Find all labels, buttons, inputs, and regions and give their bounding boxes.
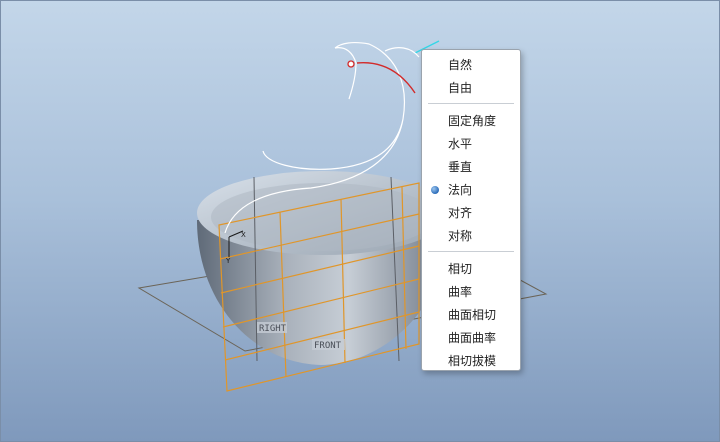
graphics-viewport[interactable]: X Y RIGHT FRONT 自然 自由 固定角度 水平 垂直 法向 对齐 对… — [0, 0, 720, 442]
bowl-inner — [211, 183, 435, 251]
constraint-context-menu: 自然 自由 固定角度 水平 垂直 法向 对齐 对称 相切 曲率 曲面相切 曲面曲… — [421, 49, 521, 371]
menu-separator — [428, 103, 514, 104]
csys-x-label: X — [241, 231, 246, 239]
menu-item-align[interactable]: 对齐 — [422, 202, 520, 224]
menu-item-curvature[interactable]: 曲率 — [422, 281, 520, 303]
menu-item-fixed-angle[interactable]: 固定角度 — [422, 110, 520, 132]
menu-item-normal-label: 法向 — [448, 183, 473, 197]
menu-item-symmetric[interactable]: 对称 — [422, 225, 520, 247]
curve-endpoint-handle[interactable] — [347, 60, 355, 68]
csys-y-label: Y — [225, 257, 231, 265]
menu-separator — [428, 251, 514, 252]
menu-item-vertical[interactable]: 垂直 — [422, 156, 520, 178]
menu-item-natural[interactable]: 自然 — [422, 54, 520, 76]
model-scene: X Y RIGHT FRONT — [137, 40, 548, 392]
menu-item-tangent[interactable]: 相切 — [422, 258, 520, 280]
menu-item-surface-tangent[interactable]: 曲面相切 — [422, 304, 520, 326]
menu-item-surface-curvature[interactable]: 曲面曲率 — [422, 327, 520, 349]
menu-item-free[interactable]: 自由 — [422, 77, 520, 99]
radio-selected-icon — [431, 186, 439, 194]
curve-white-arc-top — [384, 47, 420, 58]
menu-item-horizontal[interactable]: 水平 — [422, 133, 520, 155]
right-plane-label[interactable]: RIGHT — [259, 324, 287, 334]
menu-item-tangent-draft[interactable]: 相切拔模 — [422, 350, 520, 372]
curve-red-segment[interactable] — [356, 62, 416, 94]
front-plane-label[interactable]: FRONT — [314, 341, 342, 351]
menu-item-normal[interactable]: 法向 — [422, 179, 520, 201]
